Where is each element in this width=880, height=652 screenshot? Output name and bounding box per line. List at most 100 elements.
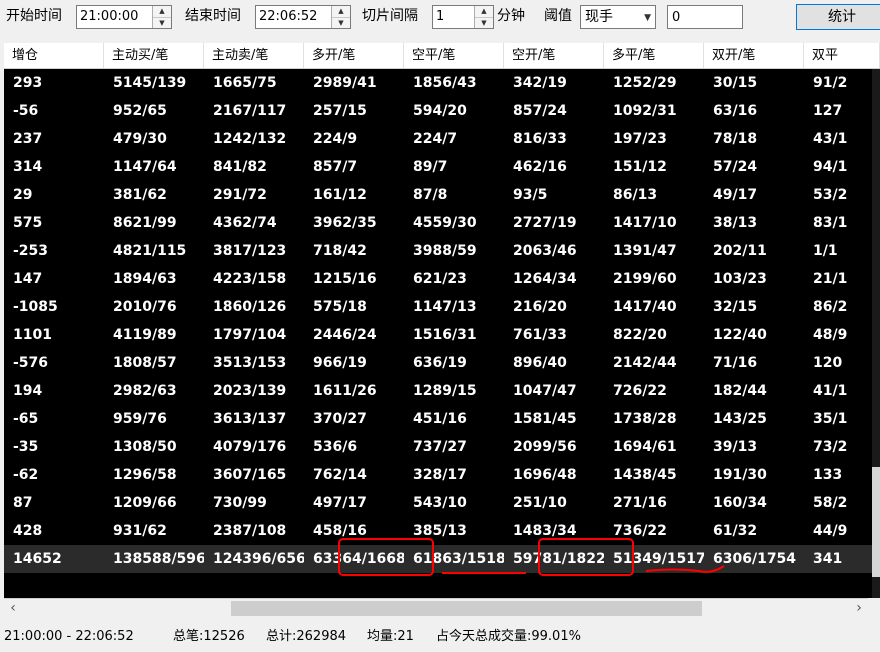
end-time-label: 结束时间 xyxy=(185,8,241,24)
spin-down-icon[interactable]: ▼ xyxy=(475,17,493,28)
table-cell: 1242/132 xyxy=(213,131,287,147)
table-cell: 53/2 xyxy=(813,187,848,203)
table-cell: 197/23 xyxy=(613,131,667,147)
table-cell: 726/22 xyxy=(613,383,667,399)
table-cell: 127 xyxy=(813,103,843,119)
table-cell: 761/33 xyxy=(513,327,567,343)
vertical-scroll-thumb[interactable] xyxy=(872,467,880,577)
table-row[interactable]: 147 1894/63 4223/158 1215/16 621/23 1264/34 21… xyxy=(4,265,880,293)
table-row[interactable]: -1085 2010/76 1860/126 575/18 1147/13 216/20 1… xyxy=(4,293,880,321)
table-cell: 3962/35 xyxy=(313,215,377,231)
data-grid[interactable]: 增仓 主动买/笔 主动卖/笔 多开/笔 空平/笔 空开/笔 多平/笔 双开/笔 双平 293 51… xyxy=(4,43,880,598)
column-header[interactable]: 双平 xyxy=(804,43,880,68)
chevron-down-icon[interactable]: ▼ xyxy=(644,13,651,23)
table-cell: 2010/76 xyxy=(113,299,177,315)
start-time-input[interactable]: 21:00:00 ▲ ▼ xyxy=(76,5,172,29)
table-row[interactable]: 428 931/62 2387/108 458/16 385/13 1483/34 736/… xyxy=(4,517,880,545)
table-total-row[interactable]: 14652 138588/596 124396/656 63364/1668 61863… xyxy=(4,545,880,573)
table-cell: 1308/50 xyxy=(113,439,177,455)
table-cell: 314 xyxy=(13,159,43,175)
table-cell: 1694/61 xyxy=(613,439,677,455)
table-cell: 1215/16 xyxy=(313,271,377,287)
table-cell: 1101 xyxy=(13,327,52,343)
spin-up-icon[interactable]: ▲ xyxy=(475,6,493,17)
table-row[interactable]: -65 959/76 3613/137 370/27 451/16 1581/45 1738… xyxy=(4,405,880,433)
slice-interval-input[interactable]: 1 ▲ ▼ xyxy=(432,5,494,29)
stat-button[interactable]: 统计 xyxy=(796,4,880,30)
column-header[interactable]: 主动卖/笔 xyxy=(204,43,304,68)
table-cell: 536/6 xyxy=(313,439,358,455)
table-cell: 133 xyxy=(813,467,843,483)
table-cell: 952/65 xyxy=(113,103,167,119)
scroll-left-icon[interactable]: ‹ xyxy=(4,599,22,618)
table-cell: 89/7 xyxy=(413,159,448,175)
slice-interval-spinner[interactable]: ▲ ▼ xyxy=(474,6,493,28)
table-cell: 2142/44 xyxy=(613,355,677,371)
column-header[interactable]: 空开/笔 xyxy=(504,43,604,68)
column-header[interactable]: 增仓 xyxy=(4,43,104,68)
table-cell: 120 xyxy=(813,355,843,371)
table-cell: 39/13 xyxy=(713,439,758,455)
table-row[interactable]: 575 8621/99 4362/74 3962/35 4559/30 2727/19 14… xyxy=(4,209,880,237)
spin-down-icon[interactable]: ▼ xyxy=(153,17,171,28)
spin-up-icon[interactable]: ▲ xyxy=(153,6,171,17)
spin-up-icon[interactable]: ▲ xyxy=(332,6,350,17)
table-cell: 1856/43 xyxy=(413,75,477,91)
table-row[interactable]: 29 381/62 291/72 161/12 87/8 93/5 86/13 49/17 53… xyxy=(4,181,880,209)
table-row[interactable]: 293 5145/139 1665/75 2989/41 1856/43 342/19 12… xyxy=(4,69,880,97)
vertical-scrollbar[interactable] xyxy=(872,69,880,598)
column-header[interactable]: 双开/笔 xyxy=(704,43,804,68)
table-row[interactable]: -576 1808/57 3513/153 966/19 636/19 896/40 214… xyxy=(4,349,880,377)
table-cell: 1516/31 xyxy=(413,327,477,343)
column-header[interactable]: 多平/笔 xyxy=(604,43,704,68)
table-cell: 4821/115 xyxy=(113,243,187,259)
table-cell: 931/62 xyxy=(113,523,167,539)
column-header[interactable]: 多开/笔 xyxy=(304,43,404,68)
status-range: 21:00:00 - 22:06:52 xyxy=(4,629,134,644)
table-row[interactable]: 87 1209/66 730/99 497/17 543/10 251/10 271/16 1… xyxy=(4,489,880,517)
end-time-spinner[interactable]: ▲ ▼ xyxy=(331,6,350,28)
table-cell: 78/18 xyxy=(713,131,758,147)
table-cell: 63/16 xyxy=(713,103,758,119)
table-cell: 194 xyxy=(13,383,43,399)
table-cell: 966/19 xyxy=(313,355,367,371)
table-cell: -62 xyxy=(13,467,39,483)
horizontal-scrollbar[interactable]: ‹ › xyxy=(4,598,868,618)
table-cell: 91/2 xyxy=(813,75,848,91)
table-row[interactable]: 1101 4119/89 1797/104 2446/24 1516/31 761/33 8… xyxy=(4,321,880,349)
slice-unit-label: 分钟 xyxy=(497,8,525,24)
table-cell: 4223/158 xyxy=(213,271,287,287)
table-cell: 43/1 xyxy=(813,131,848,147)
table-row[interactable]: 237 479/30 1242/132 224/9 224/7 816/33 197/23 7… xyxy=(4,125,880,153)
table-cell: 224/7 xyxy=(413,131,458,147)
start-time-label: 开始时间 xyxy=(6,8,62,24)
table-cell: 621/23 xyxy=(413,271,467,287)
table-cell: 1581/45 xyxy=(513,411,577,427)
table-cell: 3513/153 xyxy=(213,355,287,371)
table-cell: 1147/13 xyxy=(413,299,477,315)
horizontal-scroll-thumb[interactable] xyxy=(231,601,702,616)
column-header[interactable]: 空平/笔 xyxy=(404,43,504,68)
threshold-input[interactable] xyxy=(667,5,743,29)
table-row[interactable]: 194 2982/63 2023/139 1611/26 1289/15 1047/47 7… xyxy=(4,377,880,405)
table-row[interactable]: -56 952/65 2167/117 257/15 594/20 857/24 1092/… xyxy=(4,97,880,125)
table-cell: 857/7 xyxy=(313,159,358,175)
table-cell: 251/10 xyxy=(513,495,567,511)
column-header[interactable]: 主动买/笔 xyxy=(104,43,204,68)
threshold-type-select[interactable]: 现手 ▼ xyxy=(580,5,656,29)
table-cell: 342/19 xyxy=(513,75,567,91)
table-row[interactable]: -35 1308/50 4079/176 536/6 737/27 2099/56 1694… xyxy=(4,433,880,461)
table-row[interactable]: -253 4821/115 3817/123 718/42 3988/59 2063/46… xyxy=(4,237,880,265)
start-time-spinner[interactable]: ▲ ▼ xyxy=(152,6,171,28)
table-cell: 2446/24 xyxy=(313,327,377,343)
table-cell: 1860/126 xyxy=(213,299,287,315)
table-row[interactable]: 314 1147/64 841/82 857/7 89/7 462/16 151/12 57/… xyxy=(4,153,880,181)
end-time-input[interactable]: 22:06:52 ▲ ▼ xyxy=(255,5,351,29)
status-total: 总计:262984 xyxy=(266,629,347,644)
scroll-right-icon[interactable]: › xyxy=(850,599,868,618)
table-row[interactable]: -62 1296/58 3607/165 762/14 328/17 1696/48 143… xyxy=(4,461,880,489)
table-cell: 71/16 xyxy=(713,355,758,371)
spin-down-icon[interactable]: ▼ xyxy=(332,17,350,28)
table-cell: -1085 xyxy=(13,299,58,315)
table-cell: 147 xyxy=(13,271,43,287)
